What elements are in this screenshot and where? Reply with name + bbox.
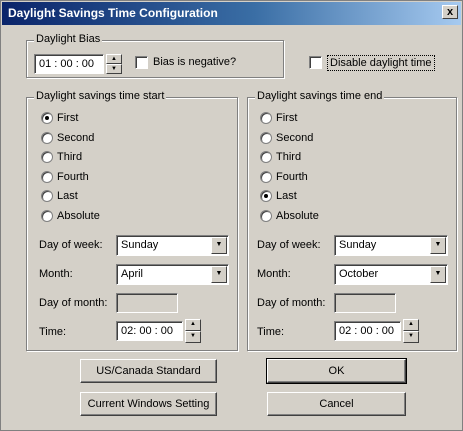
bias-negative-label: Bias is negative? [153,56,237,68]
start-day-of-month-input[interactable] [116,293,178,313]
end-month-select[interactable]: October ▼ [334,264,448,285]
radio-selected-dot [264,194,268,199]
window-title: Daylight Savings Time Configuration [8,6,218,20]
radio-button-icon[interactable] [41,131,53,144]
close-icon[interactable]: x [442,5,458,19]
end-group-label: Daylight savings time end [255,90,385,102]
bias-time-input[interactable]: 01 : 00 : 00 [34,54,104,74]
cancel-button[interactable]: Cancel [267,392,406,416]
bias-group-label: Daylight Bias [34,33,103,45]
end-time-spinner: ▲ ▼ [403,319,419,343]
radio-selected-dot [45,116,49,120]
start-time-spin-up-icon[interactable]: ▲ [185,319,201,331]
radio-button-icon[interactable] [41,170,53,183]
bias-spin-up-icon[interactable]: ▲ [106,54,122,64]
title-bar[interactable]: Daylight Savings Time Configuration x [2,2,461,25]
radio-button-icon[interactable] [260,210,272,222]
radio-button-icon[interactable] [41,210,53,222]
end-radio-label: Last [276,190,297,203]
us-canada-standard-button[interactable]: US/Canada Standard [80,359,217,383]
chevron-down-icon[interactable]: ▼ [211,266,227,283]
radio-button-icon[interactable] [260,131,272,144]
radio-button-icon[interactable] [260,112,272,124]
start-time-label: Time: [39,326,67,338]
start-radio-label: Second [57,131,95,144]
end-radio-label: Absolute [276,210,319,222]
bias-spin-down-icon[interactable]: ▼ [106,64,122,74]
end-radio-label: Third [276,151,302,164]
end-time-input[interactable]: 02 : 00 : 00 [334,321,401,341]
end-time-spin-up-icon[interactable]: ▲ [403,319,419,331]
start-month-select[interactable]: April ▼ [116,264,229,285]
start-radio-label: Fourth [57,170,89,183]
current-windows-setting-button[interactable]: Current Windows Setting [80,392,217,416]
start-radio-label: Absolute [57,210,100,222]
end-time-spin-down-icon[interactable]: ▼ [403,331,419,343]
start-radio-label: Third [57,151,83,164]
chevron-down-icon[interactable]: ▼ [211,237,227,254]
end-radio-label: First [276,112,298,124]
end-day-of-week-label: Day of week: [257,239,321,251]
end-radio-label: Second [276,131,314,144]
disable-daylight-checkbox[interactable] [309,56,322,69]
dst-config-dialog: Daylight Savings Time Configuration x Da… [0,0,463,431]
start-day-of-week-label: Day of week: [39,239,103,251]
ok-button[interactable]: OK [266,358,407,384]
start-time-spinner: ▲ ▼ [185,319,201,343]
radio-button-icon[interactable] [260,170,272,183]
radio-button-icon[interactable] [41,112,53,124]
end-day-of-month-input[interactable] [334,293,396,313]
start-day-of-week-select[interactable]: Sunday ▼ [116,235,229,256]
chevron-down-icon[interactable]: ▼ [430,266,446,283]
start-radio-label: Last [57,190,78,203]
end-time-label: Time: [257,326,285,338]
start-day-of-month-label: Day of month: [39,297,108,309]
bias-spinner: ▲ ▼ [106,54,122,74]
end-month-label: Month: [257,268,291,280]
start-time-spin-down-icon[interactable]: ▼ [185,331,201,343]
chevron-down-icon[interactable]: ▼ [430,237,446,254]
end-day-of-month-label: Day of month: [257,297,326,309]
start-group-label: Daylight savings time start [34,90,167,102]
end-radio-label: Fourth [276,170,308,183]
disable-daylight-label[interactable]: Disable daylight time [327,55,435,71]
end-day-of-week-select[interactable]: Sunday ▼ [334,235,448,256]
start-radio-label: First [57,112,79,124]
start-time-input[interactable]: 02: 00 : 00 [116,321,183,341]
start-month-label: Month: [39,268,73,280]
bias-negative-checkbox[interactable] [135,56,148,69]
